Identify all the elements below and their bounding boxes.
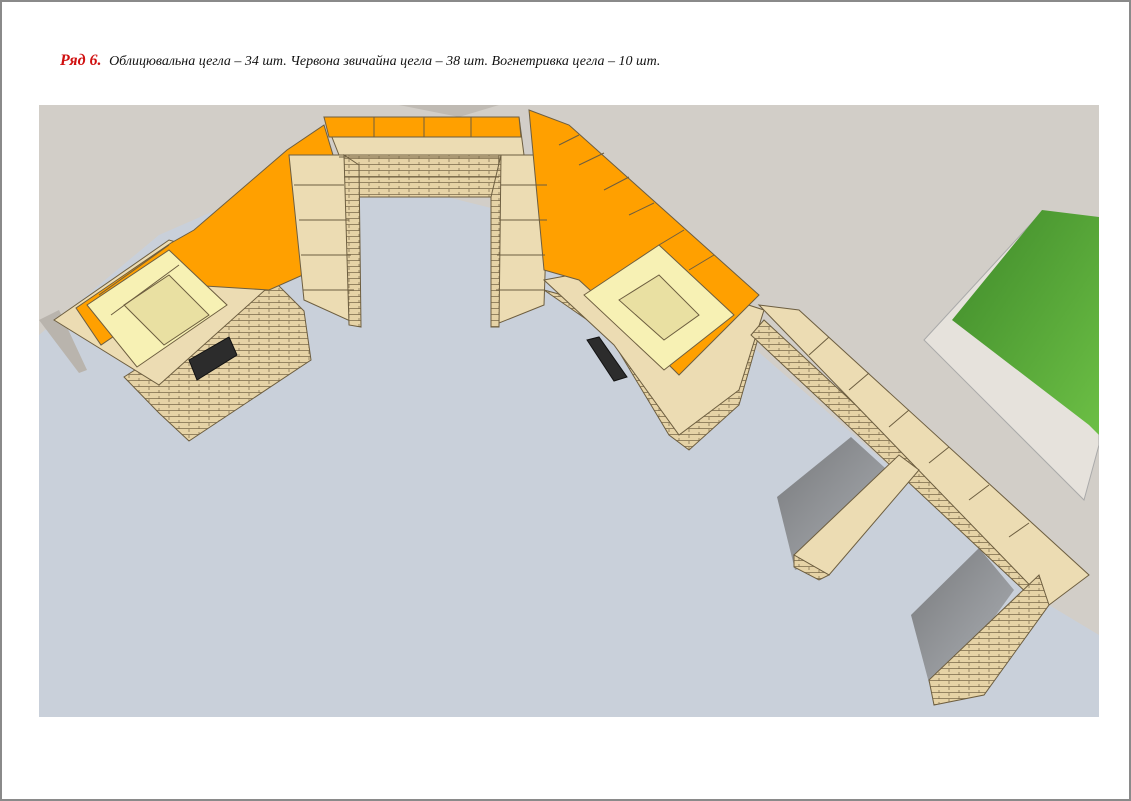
brick-layout-render	[39, 105, 1099, 717]
row-caption: Ряд 6. Облицювальна цегла – 34 шт. Черво…	[60, 52, 660, 70]
back-wall-red-brick	[323, 116, 522, 138]
brick-count-text: Облицювальна цегла – 34 шт. Червона звич…	[109, 54, 661, 69]
page-frame: Ряд 6. Облицювальна цегла – 34 шт. Черво…	[0, 0, 1131, 801]
row-number-label: Ряд 6.	[60, 52, 102, 69]
brick-layout-svg	[39, 105, 1099, 717]
